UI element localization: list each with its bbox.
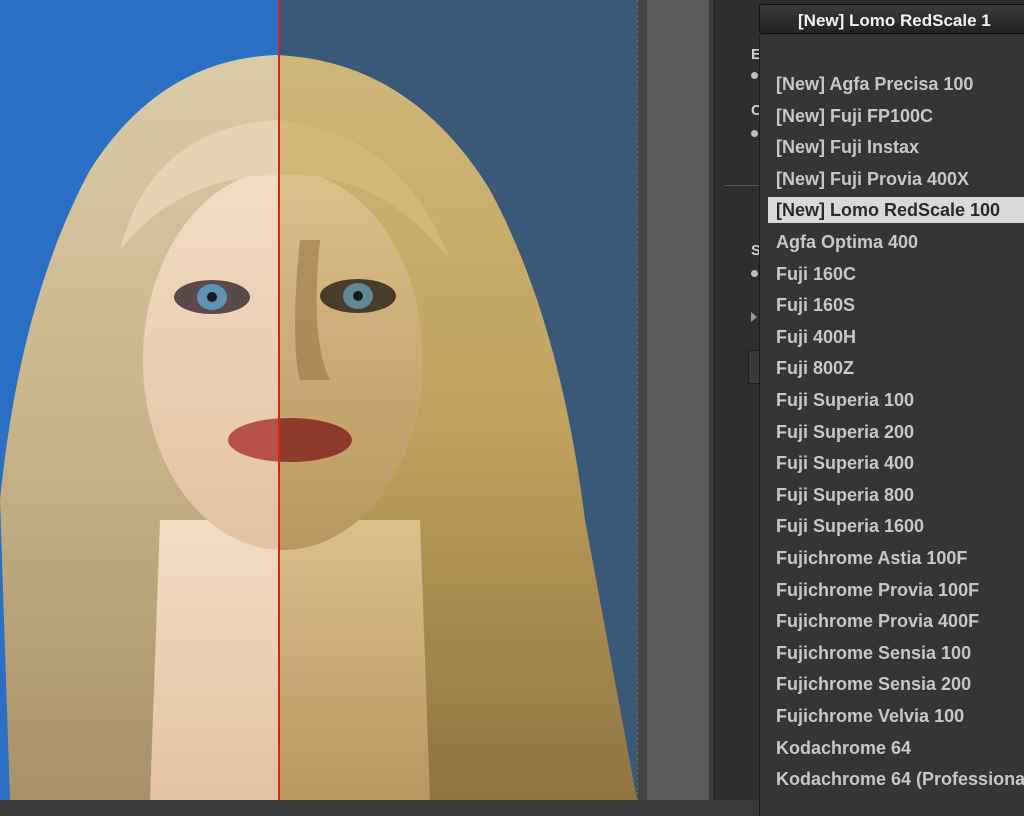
film-option[interactable]: Fuji Superia 100 xyxy=(768,387,1024,413)
canvas-background xyxy=(647,0,709,800)
film-option[interactable]: Kodachrome 64 xyxy=(768,735,1024,761)
film-type-selected-label: [New] Lomo RedScale 1 xyxy=(798,11,991,30)
film-type-dropdown[interactable]: [New] Lomo RedScale 1 xyxy=(759,4,1024,34)
film-option[interactable]: [New] Lomo RedScale 100 xyxy=(768,197,1024,224)
film-option[interactable]: [New] Fuji Instax xyxy=(768,134,1024,160)
setting-radio-s[interactable] xyxy=(751,270,758,277)
film-option[interactable]: [New] Fuji FP100C xyxy=(768,103,1024,129)
film-option[interactable]: Fujichrome Astia 100F xyxy=(768,545,1024,571)
film-option[interactable]: Fuji 400H xyxy=(768,324,1024,350)
setting-divider xyxy=(725,185,761,186)
film-option[interactable]: Fuji Superia 200 xyxy=(768,419,1024,445)
split-divider-handle[interactable] xyxy=(278,0,280,800)
film-option[interactable]: Kodachrome 64 (Professional) xyxy=(768,766,1024,792)
film-option[interactable]: Fujichrome Provia 100F xyxy=(768,577,1024,603)
film-option[interactable]: Fuji 160C xyxy=(768,261,1024,287)
portrait-image xyxy=(0,0,637,800)
film-option[interactable]: Fujichrome Velvia 100 xyxy=(768,703,1024,729)
film-option[interactable]: Fujichrome Provia 400F xyxy=(768,608,1024,634)
film-option[interactable]: [New] Agfa Precisa 100 xyxy=(768,71,1024,97)
film-option[interactable]: Fujichrome Sensia 100 xyxy=(768,640,1024,666)
setting-radio-e[interactable] xyxy=(751,72,758,79)
film-option[interactable]: Fuji Superia 400 xyxy=(768,450,1024,476)
film-option[interactable]: Fuji 160S xyxy=(768,292,1024,318)
expand-arrow-icon[interactable] xyxy=(751,312,757,322)
film-option[interactable]: Agfa Optima 400 xyxy=(768,229,1024,255)
setting-radio-c[interactable] xyxy=(751,130,758,137)
film-type-menu[interactable]: [New] Agfa Precisa 100 [New] Fuji FP100C [… xyxy=(759,36,1024,816)
film-option[interactable]: [New] Fuji Provia 400X xyxy=(768,166,1024,192)
film-option[interactable]: Fuji Superia 800 xyxy=(768,482,1024,508)
film-option[interactable]: Fuji Superia 1600 xyxy=(768,513,1024,539)
photo-preview[interactable] xyxy=(0,0,637,800)
film-option[interactable]: Fujichrome Sensia 200 xyxy=(768,671,1024,697)
film-option[interactable]: Fuji 800Z xyxy=(768,355,1024,381)
